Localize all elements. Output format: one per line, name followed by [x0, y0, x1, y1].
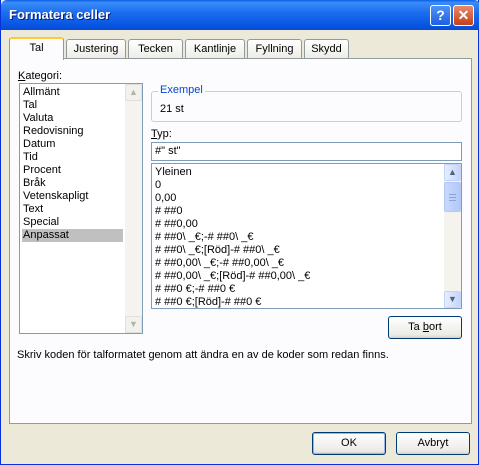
- grip-line: [449, 194, 456, 195]
- scroll-up-button[interactable]: ▲: [444, 164, 461, 181]
- category-label-text: ategori:: [25, 70, 63, 82]
- help-button[interactable]: ?: [430, 5, 451, 26]
- category-item[interactable]: Text: [22, 203, 123, 216]
- title-bar[interactable]: Formatera celler ? ✕: [1, 0, 479, 30]
- format-code-item[interactable]: 0,00: [154, 192, 176, 205]
- tab-skydd[interactable]: Skydd: [304, 39, 349, 59]
- tab-label: Tal: [29, 42, 44, 54]
- category-scrollbar[interactable]: ▲ ▼: [125, 84, 142, 333]
- sample-legend: Exempel: [158, 84, 205, 96]
- format-code-item[interactable]: # ##0,00: [154, 218, 198, 231]
- tab-kantlinje[interactable]: Kantlinje: [185, 39, 245, 59]
- category-item-selected[interactable]: Anpassat: [22, 229, 123, 242]
- category-item[interactable]: Datum: [22, 138, 123, 151]
- tab-panel-tal: Kategori: Allmänt Tal Valuta Redovisning…: [9, 58, 472, 424]
- format-code-item[interactable]: # ##0,00\ _€;[Röd]-# ##0,00\ _€: [154, 270, 310, 283]
- format-code-item[interactable]: # ##0 €;[Röd]-# ##0 €: [154, 296, 261, 309]
- delete-button-text: Ta: [408, 321, 423, 333]
- scroll-thumb[interactable]: [444, 182, 461, 212]
- category-item[interactable]: Procent: [22, 164, 123, 177]
- ok-button[interactable]: OK: [312, 432, 386, 455]
- help-icon: ?: [436, 7, 445, 23]
- category-item[interactable]: Vetenskapligt: [22, 190, 123, 203]
- category-listbox[interactable]: Allmänt Tal Valuta Redovisning Datum Tid…: [19, 83, 143, 334]
- type-listbox[interactable]: Yleinen 0 0,00 # ##0 # ##0,00 # ##0\ _€;…: [151, 163, 462, 309]
- category-item[interactable]: Allmänt: [22, 86, 123, 99]
- scroll-down-button[interactable]: ▼: [444, 291, 461, 308]
- cancel-button[interactable]: Avbryt: [396, 432, 470, 455]
- dialog-title: Formatera celler: [9, 7, 111, 22]
- scroll-up-button[interactable]: ▲: [125, 84, 142, 101]
- tab-label: Kantlinje: [193, 43, 237, 55]
- grip-line: [449, 200, 456, 201]
- grip-line: [449, 197, 456, 198]
- scroll-down-button[interactable]: ▼: [125, 316, 142, 333]
- tab-tal[interactable]: Tal: [9, 37, 64, 60]
- sample-value: 21 st: [160, 103, 184, 115]
- delete-button-text-rest: ort: [428, 321, 442, 333]
- close-button[interactable]: ✕: [453, 5, 474, 26]
- tab-tecken[interactable]: Tecken: [128, 39, 183, 59]
- format-code-item[interactable]: Yleinen: [154, 166, 192, 179]
- format-code-item[interactable]: # ##0,00\ _€;-# ##0,00\ _€: [154, 257, 284, 270]
- arrow-up-icon: ▲: [448, 167, 457, 177]
- tab-label: Tecken: [138, 43, 173, 55]
- arrow-up-icon: ▲: [129, 87, 138, 97]
- delete-button[interactable]: Ta bort: [388, 316, 462, 339]
- sample-group: Exempel 21 st: [151, 84, 462, 122]
- type-input[interactable]: #" st": [151, 142, 462, 161]
- format-code-item[interactable]: # ##0: [154, 205, 183, 218]
- tab-label: Skydd: [311, 43, 342, 55]
- format-code-item[interactable]: # ##0\ _€;-# ##0\ _€: [154, 231, 253, 244]
- category-item[interactable]: Redovisning: [22, 125, 123, 138]
- format-code-item[interactable]: # ##0\ _€;[Röd]-# ##0\ _€: [154, 244, 280, 257]
- close-icon: ✕: [457, 7, 470, 23]
- type-label-text: yp:: [157, 128, 172, 140]
- category-item[interactable]: Valuta: [22, 112, 123, 125]
- format-code-item[interactable]: 0: [154, 179, 161, 192]
- type-label: Typ:: [151, 128, 172, 140]
- arrow-down-icon: ▼: [129, 319, 138, 329]
- tab-justering[interactable]: Justering: [66, 39, 126, 59]
- format-description: Skriv koden för talformatet genom att än…: [17, 349, 389, 361]
- format-code-item[interactable]: # ##0 €;-# ##0 €: [154, 283, 235, 296]
- category-item[interactable]: Tal: [22, 99, 123, 112]
- tab-label: Justering: [73, 43, 119, 55]
- category-item[interactable]: Bråk: [22, 177, 123, 190]
- format-cells-dialog: Formatera celler ? ✕ Tal Justering Tecke…: [0, 0, 479, 465]
- category-label: Kategori:: [18, 70, 62, 82]
- category-item[interactable]: Special: [22, 216, 123, 229]
- tab-label: Fyllning: [255, 43, 294, 55]
- arrow-down-icon: ▼: [448, 294, 457, 304]
- category-item[interactable]: Tid: [22, 151, 123, 164]
- tab-fyllning[interactable]: Fyllning: [247, 39, 302, 59]
- type-scrollbar[interactable]: ▲ ▼: [444, 164, 461, 308]
